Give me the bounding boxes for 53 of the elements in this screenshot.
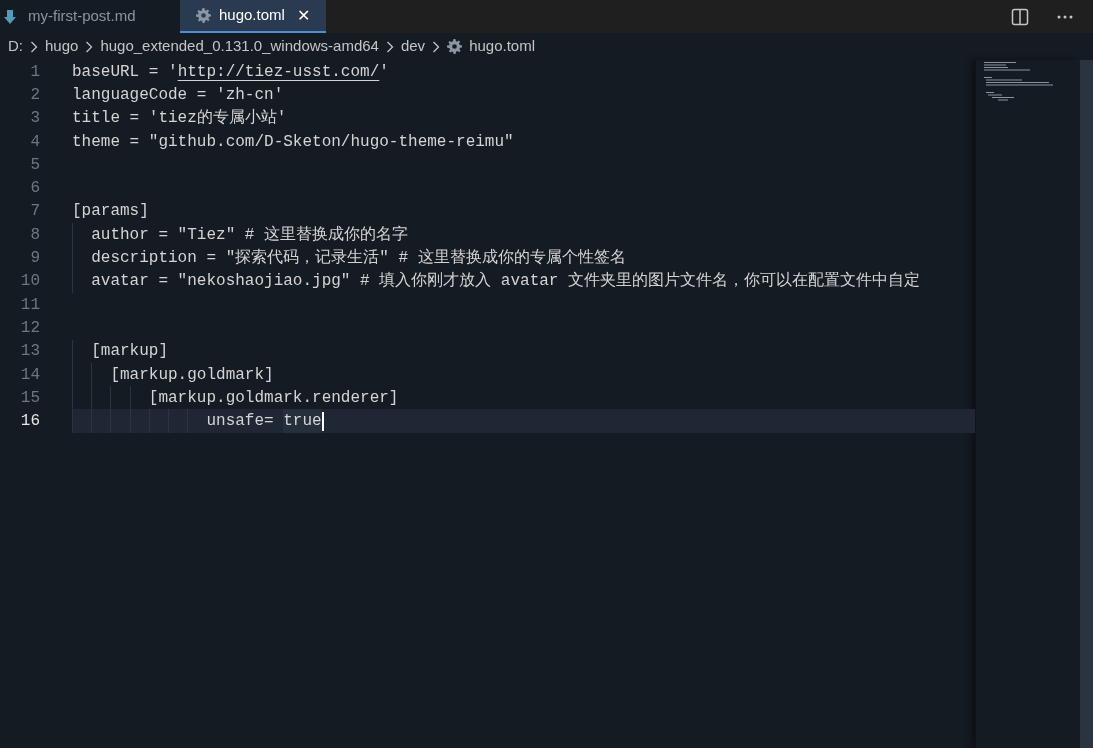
code-text: [params] [72, 201, 149, 223]
line-number: 15 [19, 387, 40, 409]
breadcrumb-item[interactable]: hugo_extended_0.131.0_windows-amd64 [100, 35, 379, 58]
more-icon[interactable] [1057, 14, 1073, 19]
code-text: description = "探索代码，记录生活" # 这里替换成你的专属个性签名 [90, 247, 626, 270]
breadcrumb-item[interactable]: hugo [45, 35, 79, 58]
chevron-right-icon [30, 40, 38, 53]
line-number: 12 [19, 317, 40, 339]
editor-tab[interactable]: hugo.toml ✕ [180, 0, 326, 33]
line-number: 11 [19, 294, 40, 316]
line-number: 5 [29, 154, 40, 176]
line-number: 16 [19, 411, 40, 433]
code-text: theme = "github.com/D-Sketon/hugo-theme-reimu" [72, 131, 514, 153]
scrollbar-track[interactable] [1080, 60, 1093, 748]
line-number: 7 [29, 201, 40, 223]
tab-label: hugo.toml [219, 5, 285, 26]
code-link[interactable]: http://tiez-usst.com/ [177, 59, 380, 84]
line-number: 6 [29, 178, 40, 200]
code-text: languageCode = 'zh-cn' [72, 84, 284, 106]
code-text: true [283, 409, 322, 434]
tab-label: my-first-post.md [28, 6, 136, 27]
breadcrumb-item[interactable]: D: [8, 35, 23, 58]
chevron-right-icon [432, 40, 441, 53]
line-number: 10 [19, 271, 40, 293]
breadcrumb-item[interactable]: hugo.toml [469, 35, 535, 58]
code-text: author = "Tiez" # 这里替换成你的名字 [90, 224, 409, 246]
line-number: 8 [29, 224, 40, 246]
close-icon[interactable]: ✕ [296, 3, 310, 28]
line-number: 1 [29, 61, 40, 83]
line-number: 3 [29, 108, 40, 130]
gear-icon [447, 39, 463, 54]
editor-tab[interactable]: my-first-post.md [0, 0, 180, 33]
line-number: 9 [29, 248, 40, 270]
split-editor-icon[interactable] [1011, 7, 1029, 26]
chevron-right-icon [85, 40, 94, 53]
code-text: avatar = "nekoshaojiao.jpg" # 填入你刚才放入 avatar 文件夹里的图片文件名，你可以在配置文件中自定 [90, 270, 921, 293]
code-text: baseURL = ' [72, 61, 178, 83]
breadcrumb-item[interactable]: dev [400, 35, 426, 58]
line-number: 14 [19, 364, 40, 386]
text-cursor [321, 411, 324, 431]
code-text: [markup.goldmark] [109, 364, 274, 386]
minimap-drawing [984, 62, 1054, 102]
gear-icon [196, 8, 211, 23]
line-number: 4 [29, 131, 40, 153]
line-number: 13 [19, 341, 40, 363]
code-text: [markup] [90, 341, 168, 363]
code-text: ' [379, 61, 389, 83]
code-text: title = 'tiez的专属小站' [72, 108, 287, 130]
code-text: [markup.goldmark.renderer] [147, 387, 399, 409]
line-number: 2 [29, 84, 40, 106]
arrow-down-icon [4, 9, 16, 24]
code-text: unsafe= [205, 411, 275, 433]
chevron-right-icon [385, 40, 394, 53]
